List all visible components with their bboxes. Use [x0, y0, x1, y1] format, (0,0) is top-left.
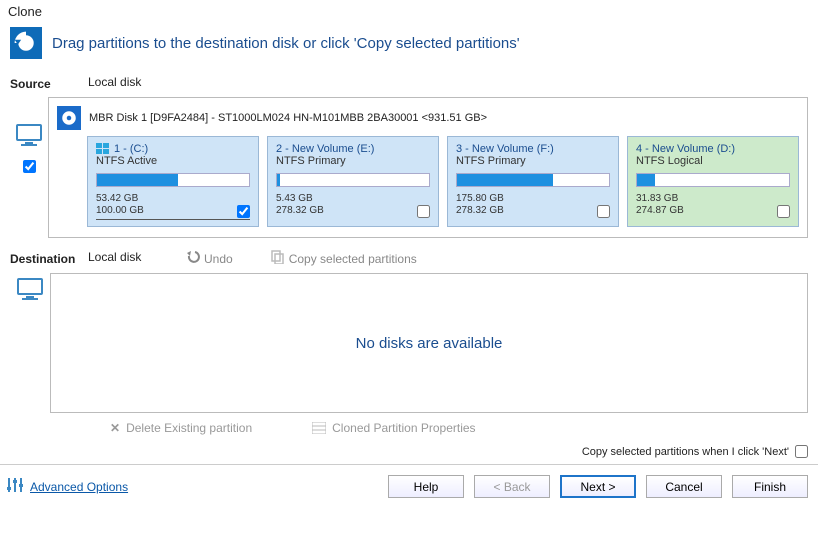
hard-disk-icon: [57, 106, 81, 130]
computer-icon: [15, 123, 43, 150]
partition-card[interactable]: 3 - New Volume (F:)NTFS Primary 175.80 GB…: [447, 136, 619, 227]
partition-card[interactable]: 1 - (C:)NTFS Active 53.42 GB100.00 GB: [87, 136, 259, 227]
partition-card[interactable]: 2 - New Volume (E:)NTFS Primary 5.43 GB27…: [267, 136, 439, 227]
partition-fs: NTFS Active: [96, 155, 250, 167]
properties-icon: [312, 422, 326, 434]
destination-disk-panel[interactable]: No disks are available: [50, 273, 808, 413]
partition-title: 3 - New Volume (F:): [456, 143, 610, 155]
disk-title: MBR Disk 1 [D9FA2484] - ST1000LM024 HN-M…: [89, 112, 487, 124]
next-button[interactable]: Next >: [560, 475, 636, 498]
clone-app-icon: [10, 27, 42, 59]
window-title: Clone: [0, 0, 818, 23]
instruction-text: Drag partitions to the destination disk …: [52, 35, 520, 52]
partition-checkbox[interactable]: [237, 205, 250, 218]
undo-button[interactable]: Undo: [186, 250, 233, 267]
close-icon: ✕: [110, 421, 120, 435]
delete-existing-button[interactable]: ✕ Delete Existing partition: [110, 421, 252, 435]
partition-checkbox[interactable]: [777, 205, 790, 218]
partition-title: 1 - (C:): [96, 143, 250, 155]
separator: [0, 464, 818, 465]
partition-sizes: 175.80 GB278.32 GB: [456, 193, 610, 217]
partition-sizes: 31.83 GB274.87 GB: [636, 193, 790, 217]
copy-selected-button[interactable]: Copy selected partitions: [271, 250, 417, 267]
partition-fs: NTFS Primary: [456, 155, 610, 167]
source-disk-checkbox[interactable]: [23, 160, 36, 173]
dest-device-col: [10, 273, 50, 413]
partition-title: 2 - New Volume (E:): [276, 143, 430, 155]
undo-icon: [186, 250, 200, 267]
computer-icon: [16, 277, 44, 304]
destination-section: Destination Local disk Undo Copy selecte…: [0, 248, 818, 273]
partition-list: 1 - (C:)NTFS Active 53.42 GB100.00 GB 2 - …: [87, 136, 799, 227]
sliders-icon: [6, 477, 24, 496]
usage-bar: [636, 173, 790, 187]
partition-sizes: 53.42 GB100.00 GB: [96, 193, 250, 220]
partition-checkbox[interactable]: [597, 205, 610, 218]
destination-actions: ✕ Delete Existing partition Cloned Parti…: [110, 421, 818, 441]
copy-icon: [271, 250, 285, 267]
advanced-options-link[interactable]: Advanced Options: [6, 477, 128, 496]
destination-subtype: Local disk: [88, 250, 178, 267]
copy-on-next-checkbox[interactable]: [795, 445, 808, 458]
cloned-props-button[interactable]: Cloned Partition Properties: [312, 421, 475, 435]
source-disk-panel: MBR Disk 1 [D9FA2484] - ST1000LM024 HN-M…: [48, 97, 808, 238]
partition-sizes: 5.43 GB278.32 GB: [276, 193, 430, 217]
copy-on-next-label: Copy selected partitions when I click 'N…: [582, 446, 789, 458]
partition-fs: NTFS Logical: [636, 155, 790, 167]
back-button[interactable]: < Back: [474, 475, 550, 498]
partition-title: 4 - New Volume (D:): [636, 143, 790, 155]
source-section: Source Local disk: [0, 73, 818, 97]
usage-bar: [96, 173, 250, 187]
footer-bar: Advanced Options Help < Back Next > Canc…: [0, 467, 818, 508]
source-device-col: [10, 97, 48, 238]
cancel-button[interactable]: Cancel: [646, 475, 722, 498]
copy-on-next-row: Copy selected partitions when I click 'N…: [0, 441, 818, 462]
source-subtype: Local disk: [88, 75, 148, 91]
source-label: Source: [10, 75, 80, 91]
usage-bar: [276, 173, 430, 187]
finish-button[interactable]: Finish: [732, 475, 808, 498]
destination-label: Destination: [10, 250, 80, 267]
partition-checkbox[interactable]: [417, 205, 430, 218]
instruction-header: Drag partitions to the destination disk …: [0, 23, 818, 73]
no-disks-message: No disks are available: [356, 335, 503, 352]
windows-icon: [96, 143, 110, 155]
help-button[interactable]: Help: [388, 475, 464, 498]
partition-card[interactable]: 4 - New Volume (D:)NTFS Logical 31.83 GB2…: [627, 136, 799, 227]
usage-bar: [456, 173, 610, 187]
partition-fs: NTFS Primary: [276, 155, 430, 167]
